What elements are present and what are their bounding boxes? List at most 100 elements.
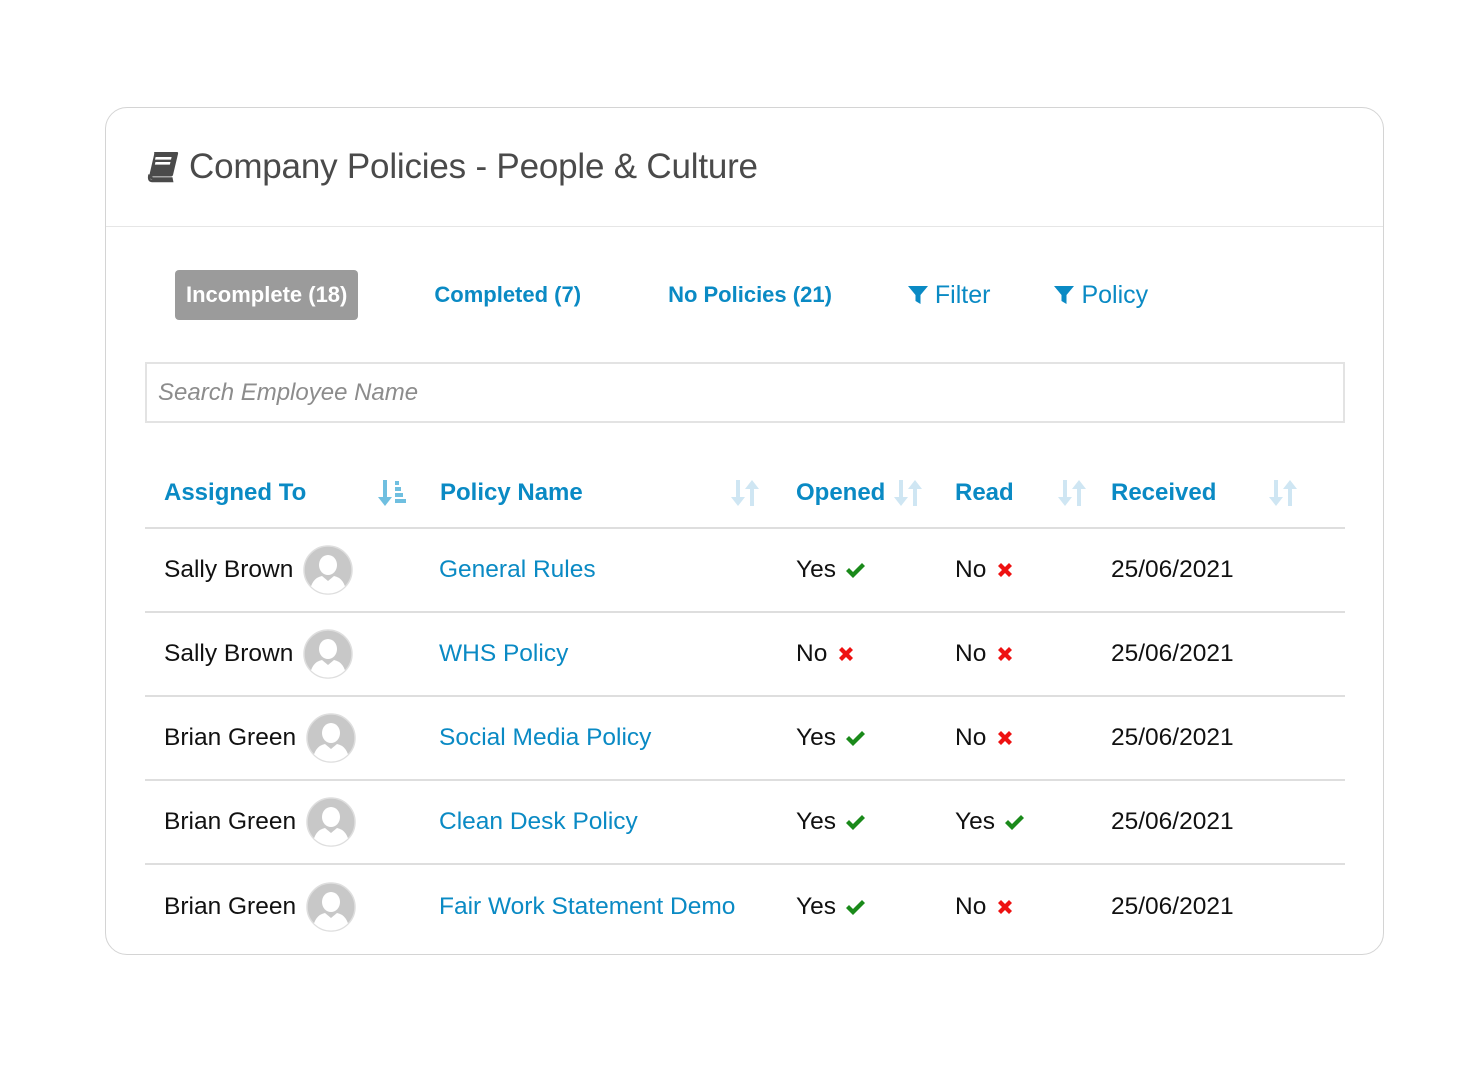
avatar-icon — [303, 545, 354, 595]
sort-icon[interactable] — [1269, 478, 1297, 508]
table-row[interactable]: Sally Brown General Rules Yes No 25/06/2… — [145, 528, 1345, 613]
column-label: Received — [1111, 478, 1217, 506]
policy-name-cell: WHS Policy — [420, 612, 777, 697]
received-cell: 25/06/2021 — [1092, 864, 1345, 948]
policy-link[interactable]: Fair Work Statement Demo — [439, 893, 735, 921]
card-title: Company Policies - People & Culture — [189, 147, 758, 186]
assigned-to-cell: Sally Brown — [145, 528, 420, 613]
cross-icon — [998, 647, 1013, 661]
employee-name: Brian Green — [164, 892, 297, 920]
sort-icon[interactable] — [731, 478, 759, 508]
received-cell: 25/06/2021 — [1092, 612, 1345, 697]
read-status-text: No — [955, 892, 987, 920]
received-cell: 25/06/2021 — [1092, 780, 1345, 865]
column-header-opened[interactable]: Opened — [777, 458, 936, 529]
card-header: Company Policies - People & Culture — [106, 108, 1383, 227]
opened-status-text: Yes — [796, 892, 836, 920]
received-cell: 25/06/2021 — [1092, 528, 1345, 613]
table-header-row: Assigned To Policy Name Opened Read Rece… — [145, 458, 1345, 529]
received-date: 25/06/2021 — [1111, 892, 1234, 920]
opened-cell: Yes — [777, 780, 936, 865]
opened-cell: Yes — [777, 696, 936, 781]
policy-name-cell: Fair Work Statement Demo — [420, 864, 777, 948]
employee-name: Brian Green — [164, 724, 297, 751]
column-label: Opened — [796, 478, 886, 506]
table-row[interactable]: Brian Green Social Media Policy Yes No 2… — [145, 696, 1345, 781]
table-row[interactable]: Brian Green Fair Work Statement Demo Yes — [145, 864, 1345, 948]
policy-name-cell: Social Media Policy — [420, 696, 777, 781]
sort-icon[interactable] — [1058, 478, 1086, 508]
read-cell: No — [936, 528, 1092, 613]
policy-filter-button[interactable]: Policy — [1053, 281, 1148, 310]
policy-link[interactable]: General Rules — [439, 556, 596, 584]
opened-cell: Yes — [777, 528, 936, 613]
employee-name: Sally Brown — [164, 640, 294, 667]
sort-amount-down-icon[interactable] — [378, 478, 406, 508]
avatar-icon — [306, 881, 356, 932]
policy-link[interactable]: Social Media Policy — [439, 724, 651, 752]
column-header-read[interactable]: Read — [936, 458, 1092, 529]
avatar-icon — [303, 629, 354, 679]
funnel-icon — [1054, 286, 1075, 304]
tab-incomplete[interactable]: Incomplete (18) — [175, 270, 359, 320]
status-tabs: Incomplete (18) Completed (7) No Policie… — [175, 270, 1148, 320]
column-header-assigned-to[interactable]: Assigned To — [145, 458, 420, 529]
avatar-icon — [306, 797, 356, 847]
assigned-to-cell: Brian Green — [145, 696, 420, 781]
column-label: Policy Name — [440, 478, 583, 506]
policies-card: Company Policies - People & Culture Inco… — [105, 107, 1384, 955]
received-date: 25/06/2021 — [1111, 556, 1234, 583]
check-icon — [845, 731, 865, 746]
policy-name-cell: Clean Desk Policy — [420, 780, 777, 865]
column-header-received[interactable]: Received — [1092, 458, 1345, 529]
column-label: Assigned To — [164, 478, 307, 506]
read-status-text: No — [955, 556, 987, 583]
sort-icon[interactable] — [894, 478, 922, 508]
column-header-policy-name[interactable]: Policy Name — [420, 458, 777, 529]
opened-status-text: Yes — [796, 808, 836, 835]
received-date: 25/06/2021 — [1111, 724, 1234, 751]
read-cell: No — [936, 696, 1092, 781]
avatar-icon — [306, 713, 356, 763]
tab-completed[interactable]: Completed (7) — [434, 270, 581, 320]
cross-icon — [998, 899, 1013, 914]
column-label: Read — [955, 478, 1014, 506]
employee-name: Brian Green — [164, 808, 297, 835]
assigned-to-cell: Brian Green — [145, 780, 420, 865]
search-employee-input[interactable] — [145, 362, 1345, 423]
cross-icon — [998, 563, 1013, 577]
filter-button-label: Filter — [934, 280, 991, 309]
opened-status-text: No — [796, 640, 828, 667]
funnel-icon — [907, 286, 928, 304]
policy-link[interactable]: WHS Policy — [439, 640, 568, 668]
employee-name: Sally Brown — [164, 556, 294, 583]
book-icon — [147, 152, 179, 183]
opened-status-text: Yes — [796, 724, 836, 751]
opened-cell: Yes — [777, 864, 936, 948]
read-cell: Yes — [936, 780, 1092, 865]
read-cell: No — [936, 864, 1092, 948]
read-status-text: No — [955, 640, 987, 667]
check-icon — [1004, 815, 1024, 830]
table-row[interactable]: Sally Brown WHS Policy No No 25/06/2021 — [145, 612, 1345, 697]
received-cell: 25/06/2021 — [1092, 696, 1345, 781]
read-status-text: Yes — [955, 808, 995, 835]
received-date: 25/06/2021 — [1111, 640, 1234, 667]
table-row[interactable]: Brian Green Clean Desk Policy Yes Yes 25… — [145, 780, 1345, 865]
policy-filter-button-label: Policy — [1081, 280, 1149, 309]
assigned-to-cell: Sally Brown — [145, 612, 420, 697]
policy-name-cell: General Rules — [420, 528, 777, 613]
policy-link[interactable]: Clean Desk Policy — [439, 808, 638, 836]
assigned-to-cell: Brian Green — [145, 864, 420, 948]
policies-table: Assigned To Policy Name Opened Read Rece… — [145, 458, 1345, 948]
check-icon — [845, 563, 865, 578]
table-body: Sally Brown General Rules Yes No 25/06/2… — [145, 528, 1345, 948]
opened-status-text: Yes — [796, 556, 836, 583]
cross-icon — [998, 731, 1013, 745]
tab-no-policies[interactable]: No Policies (21) — [668, 270, 832, 320]
check-icon — [845, 815, 865, 830]
check-icon — [845, 899, 865, 915]
read-cell: No — [936, 612, 1092, 697]
filter-button[interactable]: Filter — [907, 280, 991, 310]
opened-cell: No — [777, 612, 936, 697]
